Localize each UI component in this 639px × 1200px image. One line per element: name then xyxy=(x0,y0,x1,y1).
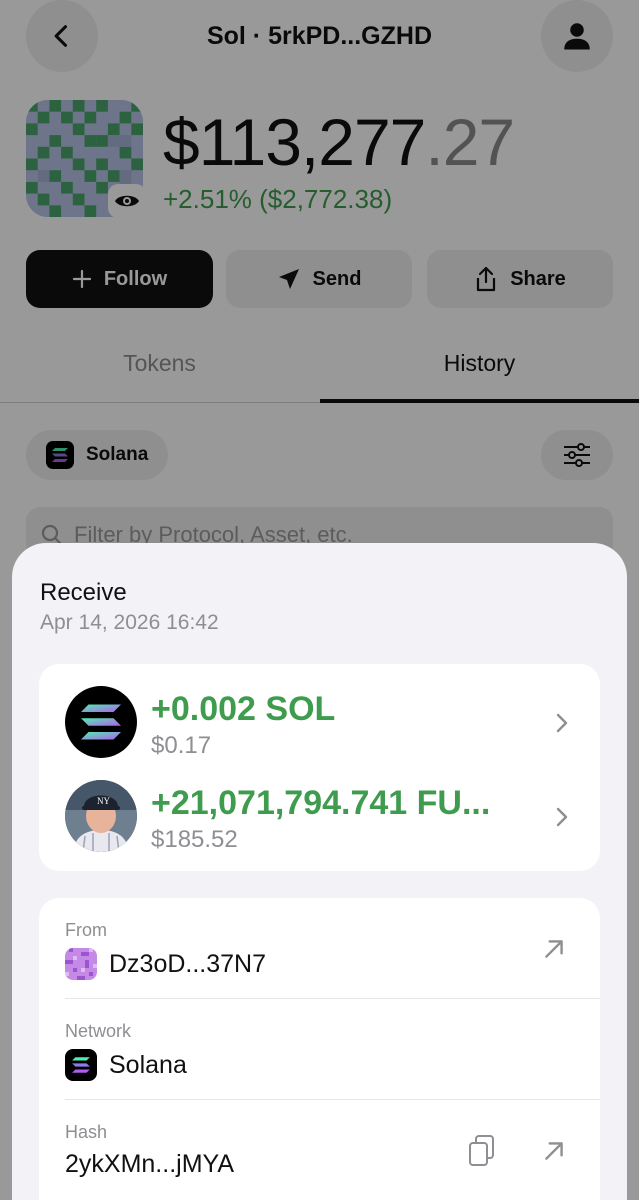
from-value: Dz3oD...37N7 xyxy=(65,948,266,980)
asset-amount: +0.002 SOL xyxy=(151,690,336,728)
chevron-right-icon xyxy=(556,807,568,827)
detail-row-network: Network Solana xyxy=(39,999,600,1100)
network-value: Solana xyxy=(65,1049,187,1081)
token-avatar-icon: NY xyxy=(65,780,137,852)
network-label: Network xyxy=(65,1021,132,1041)
solana-logo-icon xyxy=(65,686,137,758)
transaction-sheet: Receive Apr 14, 2026 16:42 +0.002 SOL $0… xyxy=(12,543,627,1200)
asset-amount: +21,071,794.741 FU... xyxy=(151,784,491,822)
asset-row-sol[interactable]: +0.002 SOL $0.17 xyxy=(39,672,600,762)
from-label: From xyxy=(65,920,107,940)
assets-card: +0.002 SOL $0.17 NY +21,071,794.741 FU..… xyxy=(39,664,600,871)
external-link-icon[interactable] xyxy=(541,936,567,962)
external-link-icon[interactable] xyxy=(541,1138,567,1164)
hash-value: 2ykXMn...jMYA xyxy=(65,1150,235,1178)
sheet-title: Receive xyxy=(40,579,127,606)
copy-icon[interactable] xyxy=(467,1134,497,1168)
asset-usd: $0.17 xyxy=(151,732,212,759)
chevron-right-icon xyxy=(556,713,568,733)
hash-label: Hash xyxy=(65,1122,108,1142)
sheet-date: Apr 14, 2026 16:42 xyxy=(40,611,219,634)
asset-usd: $185.52 xyxy=(151,826,238,853)
asset-row-token[interactable]: NY +21,071,794.741 FU... $185.52 xyxy=(39,766,600,856)
from-avatar-icon xyxy=(65,948,97,980)
details-card: From Dz3oD...37N7 Network Solana Hash 2y… xyxy=(39,898,600,1200)
solana-logo-icon xyxy=(65,1049,97,1081)
detail-row-from: From Dz3oD...37N7 xyxy=(39,898,600,999)
detail-row-hash: Hash 2ykXMn...jMYA xyxy=(39,1100,600,1200)
svg-text:NY: NY xyxy=(97,796,110,806)
